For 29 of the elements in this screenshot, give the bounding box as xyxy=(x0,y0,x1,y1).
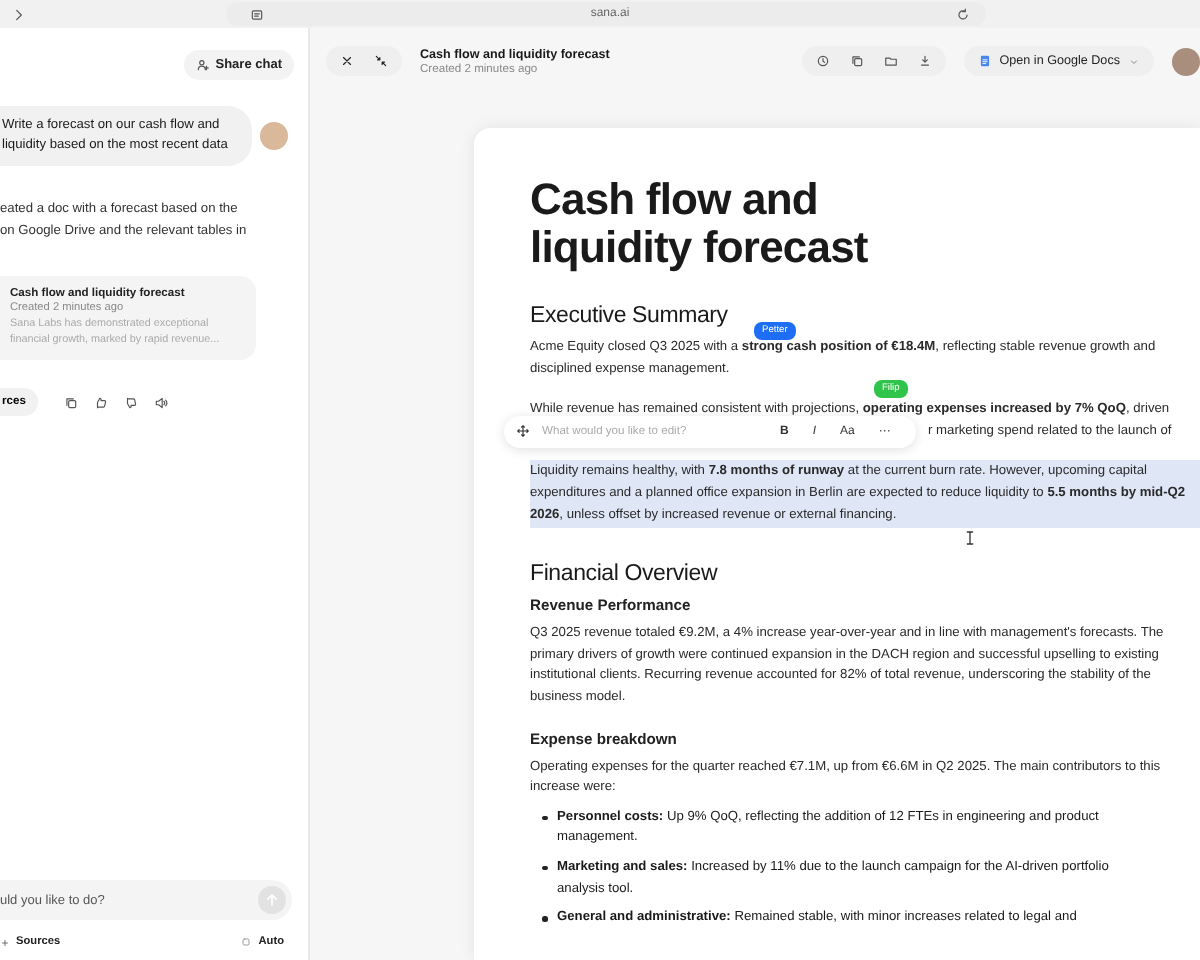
folder-icon[interactable] xyxy=(883,54,898,68)
section-heading: Financial Overview xyxy=(530,562,720,587)
user-avatar xyxy=(1172,47,1200,75)
caret-icon xyxy=(1128,55,1140,67)
section-heading: Executive Summary xyxy=(530,304,730,328)
collapse-icon[interactable] xyxy=(374,54,388,68)
thumbs-down-icon[interactable] xyxy=(123,395,138,409)
square-icon xyxy=(240,936,253,948)
sidebar-icon[interactable] xyxy=(250,7,264,21)
download-icon[interactable] xyxy=(917,54,932,68)
copy-icon[interactable] xyxy=(849,54,864,68)
bullet-icon xyxy=(542,815,547,821)
bullet-icon xyxy=(542,916,547,922)
plus-icon xyxy=(0,937,10,947)
user-avatar xyxy=(260,122,288,150)
speaker-icon[interactable] xyxy=(153,395,168,409)
move-icon[interactable] xyxy=(516,424,530,439)
arrow-up-icon xyxy=(262,890,282,910)
close-icon[interactable] xyxy=(340,54,354,68)
document-heading: Cash flow and liquidity forecast xyxy=(530,176,870,272)
thumbs-up-icon[interactable] xyxy=(93,395,108,409)
chevron-right-icon[interactable] xyxy=(12,7,26,21)
history-icon[interactable] xyxy=(815,54,830,68)
document-icon xyxy=(977,54,992,68)
reload-icon[interactable] xyxy=(955,7,970,21)
person-plus-icon xyxy=(195,58,210,72)
text-cursor-icon xyxy=(962,530,978,546)
copy-icon[interactable] xyxy=(63,395,78,409)
bullet-icon xyxy=(542,865,547,871)
